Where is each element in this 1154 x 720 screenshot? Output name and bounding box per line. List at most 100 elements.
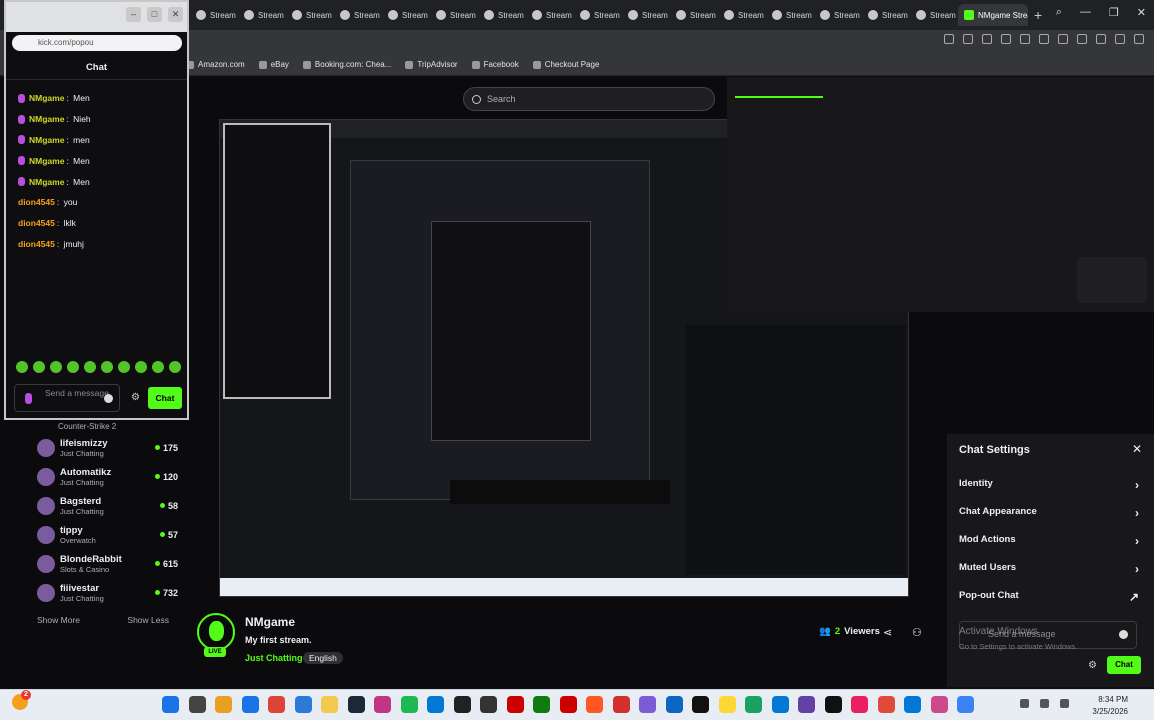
tab-stream[interactable]: Stream (718, 4, 764, 26)
follow-user-icon[interactable]: ⚇ (912, 626, 922, 639)
emote-icon[interactable] (33, 361, 45, 373)
tab-stream[interactable]: Stream (622, 4, 668, 26)
tab-stream[interactable]: Stream (286, 4, 332, 26)
app-icon[interactable] (930, 696, 948, 713)
xbox-icon[interactable] (533, 696, 550, 713)
channel-item[interactable]: Automatikz Just Chatting 120 (28, 462, 178, 491)
emote-icon[interactable] (50, 361, 62, 373)
bookmark-facebook[interactable]: Facebook (471, 60, 519, 69)
tab-stream[interactable]: Stream (238, 4, 284, 26)
channel-item[interactable]: tippy Overwatch 57 (28, 520, 178, 549)
bookmark-tripadvisor[interactable]: TripAdvisor (405, 60, 458, 69)
bookmark-ebay[interactable]: eBay (258, 60, 289, 69)
tab-stream[interactable]: Stream (478, 4, 524, 26)
kick-app-icon[interactable] (957, 696, 974, 713)
tab-stream[interactable]: Stream (334, 4, 380, 26)
bookmark-booking[interactable]: Booking.com: Chea... (302, 60, 391, 69)
app-icon[interactable] (771, 696, 789, 713)
emote-icon[interactable] (152, 361, 164, 373)
popout-minimize-button[interactable]: – (126, 7, 141, 22)
tab-stream[interactable]: Stream (574, 4, 620, 26)
app-icon[interactable] (824, 696, 842, 713)
app-icon[interactable] (586, 696, 603, 713)
spotify-icon[interactable] (400, 696, 418, 713)
chat-username[interactable]: NMgame (29, 156, 64, 166)
emote-icon[interactable] (118, 361, 130, 373)
chat-username[interactable]: dion4545 (18, 218, 55, 228)
maximize-button[interactable]: ❐ (1109, 6, 1119, 19)
stream-language-tag[interactable]: English (303, 652, 343, 664)
app-icon[interactable] (851, 696, 868, 713)
profile-icon[interactable] (1096, 34, 1106, 44)
chat-username[interactable]: NMgame (29, 114, 64, 124)
gear-icon[interactable]: ⚙ (131, 392, 140, 403)
setting-mod-actions[interactable]: Mod Actions › (959, 534, 1139, 548)
notification-icon[interactable]: 2 (12, 690, 31, 710)
start-icon[interactable] (162, 696, 179, 713)
tab-stream[interactable]: Stream (862, 4, 908, 26)
app-icon[interactable] (639, 696, 656, 713)
ai-icon[interactable] (1134, 34, 1144, 44)
app-icon[interactable] (798, 696, 815, 713)
emote-icon[interactable] (16, 361, 28, 373)
setting-muted-users[interactable]: Muted Users › (959, 562, 1139, 576)
app-icon[interactable] (453, 696, 471, 713)
taskbar-clock[interactable]: 8:34 PM 3/25/2026 (1092, 694, 1128, 718)
show-more-button[interactable]: Show More (37, 615, 80, 625)
favorite-icon[interactable] (1039, 34, 1049, 44)
menu-icon[interactable] (1077, 34, 1087, 44)
popout-url-field[interactable]: kick.com/popou (12, 35, 182, 51)
close-button[interactable]: ✕ (1137, 6, 1146, 19)
channel-item[interactable]: Bagsterd Just Chatting 58 (28, 491, 178, 520)
search-icon[interactable] (188, 696, 206, 713)
instagram-icon[interactable] (374, 696, 391, 713)
app-icon[interactable] (665, 696, 683, 713)
split-icon[interactable] (1020, 34, 1030, 44)
edit-icon[interactable] (944, 34, 954, 44)
tab-stream[interactable]: Stream (430, 4, 476, 26)
app-icon[interactable] (559, 696, 577, 713)
extensions-icon[interactable] (1115, 34, 1125, 44)
show-less-button[interactable]: Show Less (127, 615, 169, 625)
app-icon[interactable] (904, 696, 921, 713)
emoji-icon[interactable] (104, 394, 113, 403)
steam-icon[interactable] (347, 696, 365, 713)
camera-icon[interactable] (963, 34, 973, 44)
chat-username[interactable]: NMgame (29, 135, 64, 145)
channel-item[interactable]: lifeismizzy Just Chatting 175 (28, 433, 178, 462)
bookmark-checkout[interactable]: Checkout Page (532, 60, 599, 69)
setting-chat-appearance[interactable]: Chat Appearance › (959, 506, 1139, 520)
chrome-icon[interactable] (268, 696, 285, 713)
setting-identity[interactable]: Identity › (959, 478, 1139, 492)
tab-stream[interactable]: Stream (190, 4, 236, 26)
emote-icon[interactable] (169, 361, 181, 373)
tab-stream[interactable]: Stream (766, 4, 812, 26)
app-icon[interactable] (480, 696, 497, 713)
app-icon[interactable] (877, 696, 895, 713)
app-icon[interactable] (612, 696, 630, 713)
volume-icon[interactable] (1040, 699, 1049, 708)
gear-icon[interactable]: ⚙ (1088, 660, 1097, 671)
minimize-button[interactable]: — (1080, 6, 1091, 19)
channel-item[interactable]: BlondeRabbit Slots & Casino 615 (28, 549, 178, 578)
chat-username[interactable]: NMgame (29, 177, 64, 187)
popout-maximize-button[interactable]: □ (147, 7, 162, 22)
chatgpt-icon[interactable] (692, 696, 709, 713)
file-explorer-icon[interactable] (294, 696, 312, 713)
chat-username[interactable]: NMgame (29, 93, 64, 103)
play-icon[interactable] (1001, 34, 1011, 44)
search-tabs-icon[interactable]: ⌕ (1056, 6, 1062, 19)
channel-item[interactable]: fiiivestar Just Chatting 732 (28, 578, 178, 607)
new-tab-button[interactable]: + (1034, 7, 1042, 23)
edge-icon[interactable] (241, 696, 259, 713)
close-settings-button[interactable]: ✕ (1132, 442, 1142, 456)
tab-stream[interactable]: Stream (910, 4, 956, 26)
tab-active[interactable]: NMgame Strea (958, 4, 1028, 26)
streamer-name[interactable]: NMgame (245, 615, 295, 629)
popout-close-button[interactable]: ✕ (168, 7, 183, 22)
network-icon[interactable] (1020, 699, 1029, 708)
app-icon[interactable] (718, 696, 736, 713)
app-icon[interactable] (506, 696, 524, 713)
emote-icon[interactable] (101, 361, 113, 373)
setting-popout-chat[interactable]: Pop-out Chat ↗ (959, 590, 1139, 604)
